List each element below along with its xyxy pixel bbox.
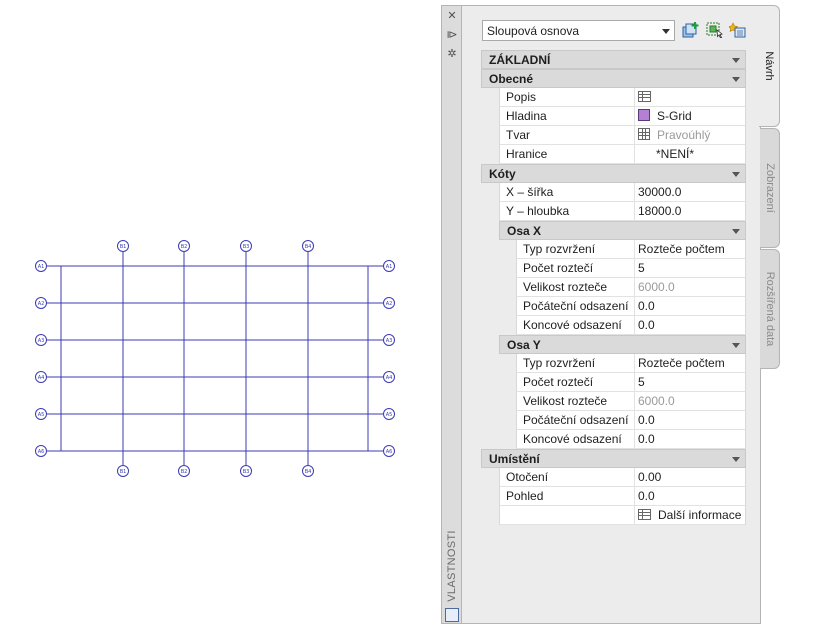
chevron-down-icon xyxy=(732,172,740,177)
grid-bubble-left[interactable]: A6 xyxy=(35,445,47,457)
grid-bubble-label: A2 xyxy=(386,301,393,307)
grid-bubble-top[interactable]: B3 xyxy=(240,240,252,252)
grid-bubble-label: B4 xyxy=(305,244,312,250)
grid-bubble-left[interactable]: A3 xyxy=(35,334,47,346)
chevron-down-icon xyxy=(732,77,740,82)
object-type-dropdown[interactable]: Sloupová osnova xyxy=(482,20,675,41)
tab-extended-data[interactable]: Rozšířená data xyxy=(760,249,780,369)
grid-bubble-bottom[interactable]: B3 xyxy=(240,465,252,477)
select-objects-icon[interactable] xyxy=(729,22,747,38)
property-row-y-start-offset[interactable]: Počáteční odsazení 0.0 xyxy=(516,411,746,430)
column-grid-drawing[interactable]: B1 B2 B3 B4 B1 B2 B3 B4 A1 A2 A3 A4 A5 A6 A1 A2 A3 A4 A5 A6 xyxy=(0,0,430,632)
grid-bubble-right[interactable]: A4 xyxy=(383,371,395,383)
grid-bubble-right[interactable]: A3 xyxy=(383,334,395,346)
property-row-x-width[interactable]: X – šířka 30000.0 xyxy=(499,183,746,202)
palette-settings-icon[interactable]: ✲ xyxy=(445,47,459,61)
grid-bubble-label: B2 xyxy=(181,244,188,250)
property-grid: ZÁKLADNÍ Obecné Popis Hladina S-Grid Tva… xyxy=(481,50,746,525)
grid-bubble-left[interactable]: A1 xyxy=(35,260,47,272)
grid-bubble-label: A4 xyxy=(38,375,45,381)
grid-bubble-top[interactable]: B1 xyxy=(117,240,129,252)
grid-bubble-label: A3 xyxy=(38,338,45,344)
layer-color-swatch xyxy=(638,109,650,121)
grid-bubble-label: A1 xyxy=(38,264,45,270)
grid-bubble-label: A2 xyxy=(38,301,45,307)
tab-display[interactable]: Zobrazení xyxy=(760,128,780,248)
grid-bubble-right[interactable]: A2 xyxy=(383,297,395,309)
property-row-y-layout-type[interactable]: Typ rozvržení Rozteče počtem xyxy=(516,354,746,373)
grid-bubble-bottom[interactable]: B1 xyxy=(117,465,129,477)
grid-bubble-top[interactable]: B2 xyxy=(178,240,190,252)
quick-select-icon[interactable] xyxy=(706,22,724,38)
grid-bubble-label: A5 xyxy=(386,412,393,418)
palette-properties-icon[interactable] xyxy=(445,608,459,622)
close-icon[interactable]: ✕ xyxy=(445,9,459,23)
object-type-value: Sloupová osnova xyxy=(487,24,580,38)
grid-bubble-label: A5 xyxy=(38,412,45,418)
grid-bubble-right[interactable]: A6 xyxy=(383,445,395,457)
property-row-y-end-offset[interactable]: Koncové odsazení 0.0 xyxy=(516,430,746,449)
grid-bubble-label: A6 xyxy=(386,449,393,455)
category-axis-y[interactable]: Osa Y xyxy=(499,335,746,354)
property-row-y-bay-size[interactable]: Velikost rozteče 6000.0 xyxy=(516,392,746,411)
grid-bubble-label: A6 xyxy=(38,449,45,455)
property-row-boundary[interactable]: Hranice *NENÍ* xyxy=(499,145,746,164)
category-general[interactable]: Obecné xyxy=(481,69,746,88)
tab-design[interactable]: Návrh xyxy=(759,5,780,127)
category-basic[interactable]: ZÁKLADNÍ xyxy=(481,50,746,69)
grid-bubble-left[interactable]: A2 xyxy=(35,297,47,309)
property-row-x-end-offset[interactable]: Koncové odsazení 0.0 xyxy=(516,316,746,335)
grid-bubble-top[interactable]: B4 xyxy=(302,240,314,252)
property-row-x-start-offset[interactable]: Počáteční odsazení 0.0 xyxy=(516,297,746,316)
autohide-icon[interactable]: ⧐ xyxy=(445,28,459,42)
category-axis-x[interactable]: Osa X xyxy=(499,221,746,240)
grid-bubble-label: B3 xyxy=(243,469,250,475)
description-editor-icon[interactable] xyxy=(638,91,651,102)
category-location[interactable]: Umístění xyxy=(481,449,746,468)
grid-bubble-label: B1 xyxy=(120,244,127,250)
property-row-layer[interactable]: Hladina S-Grid xyxy=(499,107,746,126)
grid-bubble-label: A1 xyxy=(386,264,393,270)
grid-bubble-label: B2 xyxy=(181,469,188,475)
grid-bubble-label: A3 xyxy=(386,338,393,344)
grid-bubble-right[interactable]: A1 xyxy=(383,260,395,272)
property-row-more-info[interactable]: Další informace xyxy=(499,506,746,525)
palette-tabs: Návrh Zobrazení Rozšířená data xyxy=(759,5,782,624)
category-dimensions[interactable]: Kóty xyxy=(481,164,746,183)
chevron-down-icon xyxy=(732,343,740,348)
add-selected-icon[interactable] xyxy=(682,22,700,38)
grid-bubble-bottom[interactable]: B2 xyxy=(178,465,190,477)
property-row-description[interactable]: Popis xyxy=(499,88,746,107)
property-row-shape[interactable]: Tvar Pravoúhlý xyxy=(499,126,746,145)
grid-bubble-label: B3 xyxy=(243,244,250,250)
grid-bubble-bottom[interactable]: B4 xyxy=(302,465,314,477)
property-row-y-depth[interactable]: Y – hloubka 18000.0 xyxy=(499,202,746,221)
grid-bubble-right[interactable]: A5 xyxy=(383,408,395,420)
palette-title: VLASTNOSTI xyxy=(446,530,458,602)
property-row-rotation[interactable]: Otočení 0.00 xyxy=(499,468,746,487)
property-row-elevation[interactable]: Pohled 0.0 xyxy=(499,487,746,506)
grid-bubble-label: B1 xyxy=(120,469,127,475)
chevron-down-icon xyxy=(662,29,670,34)
grid-bubble-left[interactable]: A5 xyxy=(35,408,47,420)
properties-palette-strip: ✕ ⧐ ✲ VLASTNOSTI xyxy=(441,5,462,624)
grid-bubble-left[interactable]: A4 xyxy=(35,371,47,383)
property-row-y-bay-count[interactable]: Počet roztečí 5 xyxy=(516,373,746,392)
grid-bubble-label: A4 xyxy=(386,375,393,381)
property-row-x-bay-size[interactable]: Velikost rozteče 6000.0 xyxy=(516,278,746,297)
chevron-down-icon xyxy=(732,58,740,63)
chevron-down-icon xyxy=(732,229,740,234)
more-info-icon xyxy=(638,509,651,520)
property-row-x-layout-type[interactable]: Typ rozvržení Rozteče počtem xyxy=(516,240,746,259)
grid-shape-icon xyxy=(638,128,650,140)
grid-bubble-label: B4 xyxy=(305,469,312,475)
property-row-x-bay-count[interactable]: Počet roztečí 5 xyxy=(516,259,746,278)
chevron-down-icon xyxy=(732,457,740,462)
